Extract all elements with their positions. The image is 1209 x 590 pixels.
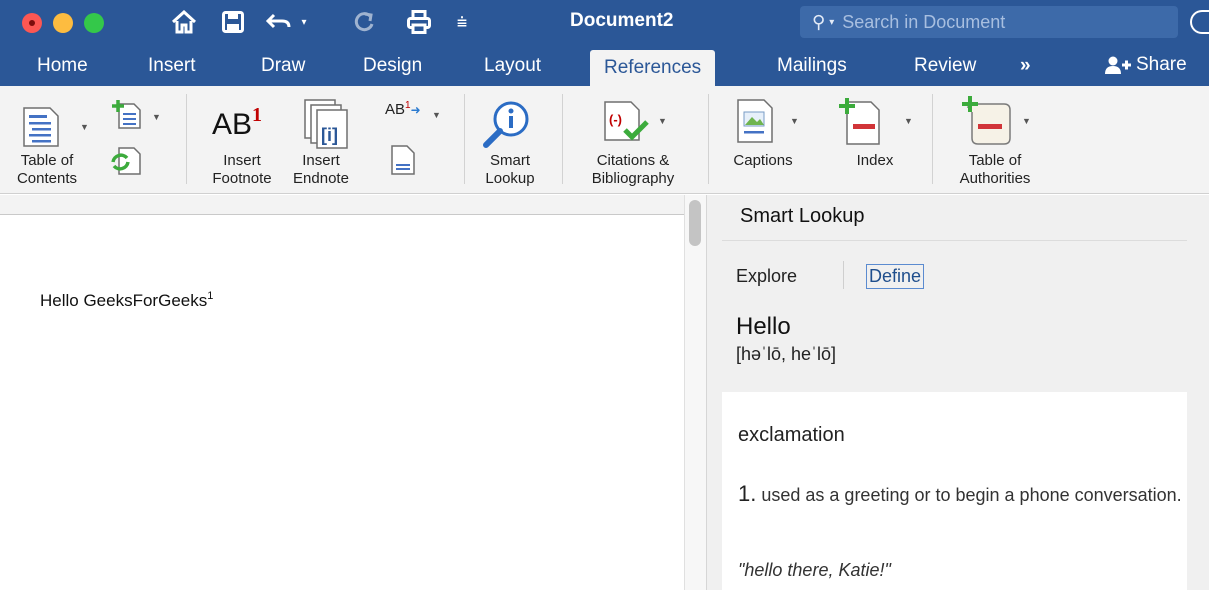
ribbon-separator — [464, 94, 465, 184]
svg-text:[i]: [i] — [321, 125, 338, 145]
next-footnote-dropdown-icon[interactable]: ▼ — [432, 110, 441, 120]
ribbon-separator — [186, 94, 187, 184]
insert-footnote-label-2: Footnote — [212, 170, 272, 187]
captions-label: Captions — [733, 152, 793, 169]
footnote-icon-text: AB — [212, 108, 253, 141]
more-tabs-button[interactable]: » — [1020, 44, 1031, 86]
footnote-reference[interactable]: 1 — [207, 290, 213, 302]
minimize-window-button[interactable] — [53, 13, 73, 33]
definition-sense: 1. used as a greeting or to begin a phon… — [738, 478, 1198, 511]
share-label: Share — [1136, 54, 1187, 75]
show-notes-icon[interactable] — [390, 144, 416, 181]
smart-lookup-label-1: Smart — [489, 152, 530, 169]
index-label: Index — [856, 152, 894, 169]
document-body-text[interactable]: Hello GeeksForGeeks1 — [40, 290, 213, 311]
captions-icon[interactable] — [736, 98, 776, 149]
ribbon-separator — [708, 94, 709, 184]
document-top-margin — [0, 195, 684, 215]
search-icon: ⚲ — [812, 11, 826, 32]
insert-endnote-icon[interactable]: [i] — [303, 98, 355, 155]
search-box[interactable]: ⚲ ▾ — [800, 6, 1178, 38]
pane-right-edge — [1187, 195, 1209, 590]
toa-label-2: Authorities — [959, 170, 1031, 187]
add-text-dropdown-icon[interactable]: ▼ — [152, 112, 161, 122]
undo-dropdown-icon[interactable]: ▾ — [298, 6, 310, 38]
table-of-authorities-icon[interactable] — [960, 94, 1020, 151]
ribbon: ▼ ▼ Table of Contents AB1 Insert Footnot… — [0, 86, 1209, 194]
add-text-icon[interactable] — [110, 98, 144, 135]
search-input[interactable] — [842, 11, 1103, 33]
undo-icon[interactable] — [262, 6, 296, 38]
title-bar: ▾ ⩧ Document2 ⚲ ▾ — [0, 0, 1209, 44]
tab-mailings[interactable]: Mailings — [777, 44, 847, 86]
citations-icon[interactable]: (-) — [603, 100, 651, 149]
captions-dropdown-icon[interactable]: ▼ — [790, 116, 799, 126]
citations-dropdown-icon[interactable]: ▼ — [658, 116, 667, 126]
update-table-icon[interactable] — [110, 146, 144, 183]
zoom-window-button[interactable] — [84, 13, 104, 33]
pronunciation: [həˈlō, heˈlō] — [736, 344, 837, 364]
pane-title: Smart Lookup — [740, 205, 865, 227]
footnote-icon-sup: 1 — [252, 104, 263, 126]
scrollbar-thumb[interactable] — [689, 200, 701, 246]
account-icon[interactable] — [1190, 10, 1209, 34]
insert-footnote-label-1: Insert — [223, 152, 261, 169]
index-icon[interactable] — [837, 94, 885, 151]
redo-icon[interactable] — [350, 6, 378, 38]
insert-endnote-label-1: Insert — [302, 152, 340, 169]
svg-text:(-): (-) — [609, 112, 622, 127]
sense-number: 1. — [738, 481, 757, 506]
insert-footnote-icon[interactable]: AB1 — [212, 104, 262, 142]
document-scrollbar[interactable] — [684, 195, 706, 590]
citations-label-1: Citations & — [596, 152, 670, 169]
print-icon[interactable] — [404, 6, 434, 38]
close-window-button[interactable] — [22, 13, 42, 33]
smart-lookup-label-2: Lookup — [485, 170, 535, 187]
next-footnote-icon[interactable]: AB1➜ — [385, 100, 421, 118]
toc-label-2: Contents — [16, 170, 78, 187]
tab-layout[interactable]: Layout — [484, 44, 541, 86]
ribbon-tabs: Home Insert Draw Design Layout Reference… — [0, 44, 1209, 86]
citations-label-2: Bibliography — [591, 170, 675, 187]
document-canvas[interactable] — [0, 195, 706, 590]
index-dropdown-icon[interactable]: ▼ — [904, 116, 913, 126]
tab-review[interactable]: Review — [914, 44, 976, 86]
part-of-speech: exclamation — [738, 424, 845, 446]
tab-references[interactable]: References — [590, 50, 716, 86]
document-title: Document2 — [570, 10, 674, 31]
home-icon[interactable] — [168, 6, 200, 38]
tab-draw[interactable]: Draw — [261, 44, 305, 86]
tab-insert[interactable]: Insert — [148, 44, 196, 86]
add-person-icon — [1105, 56, 1131, 74]
toa-dropdown-icon[interactable]: ▼ — [1022, 116, 1031, 126]
sense-text: used as a greeting or to begin a phone c… — [761, 485, 1182, 505]
smart-lookup-icon[interactable] — [482, 98, 532, 153]
ribbon-separator — [562, 94, 563, 184]
insert-endnote-label-2: Endnote — [293, 170, 349, 187]
next-footnote-icon-text: AB — [385, 101, 406, 118]
toc-label-1: Table of — [20, 152, 74, 169]
table-of-contents-icon[interactable] — [22, 106, 60, 153]
save-icon[interactable] — [218, 6, 248, 38]
customize-toolbar-icon[interactable]: ⩧ — [452, 6, 472, 38]
document-text: Hello GeeksForGeeks — [40, 291, 208, 310]
ribbon-separator — [932, 94, 933, 184]
usage-example: "hello there, Katie!" — [738, 560, 891, 580]
pane-divider — [722, 240, 1187, 241]
tab-design[interactable]: Design — [363, 44, 422, 86]
toa-label-1: Table of — [968, 152, 1022, 169]
tab-home[interactable]: Home — [37, 44, 88, 86]
tab-separator — [843, 261, 844, 289]
tab-explore[interactable]: Explore — [736, 266, 797, 287]
share-button[interactable]: Share — [1104, 44, 1187, 86]
chevron-down-icon: ▾ — [829, 16, 835, 28]
toc-dropdown-icon[interactable]: ▼ — [80, 122, 89, 132]
lookup-word: Hello — [736, 313, 791, 340]
tab-define[interactable]: Define — [866, 264, 925, 289]
